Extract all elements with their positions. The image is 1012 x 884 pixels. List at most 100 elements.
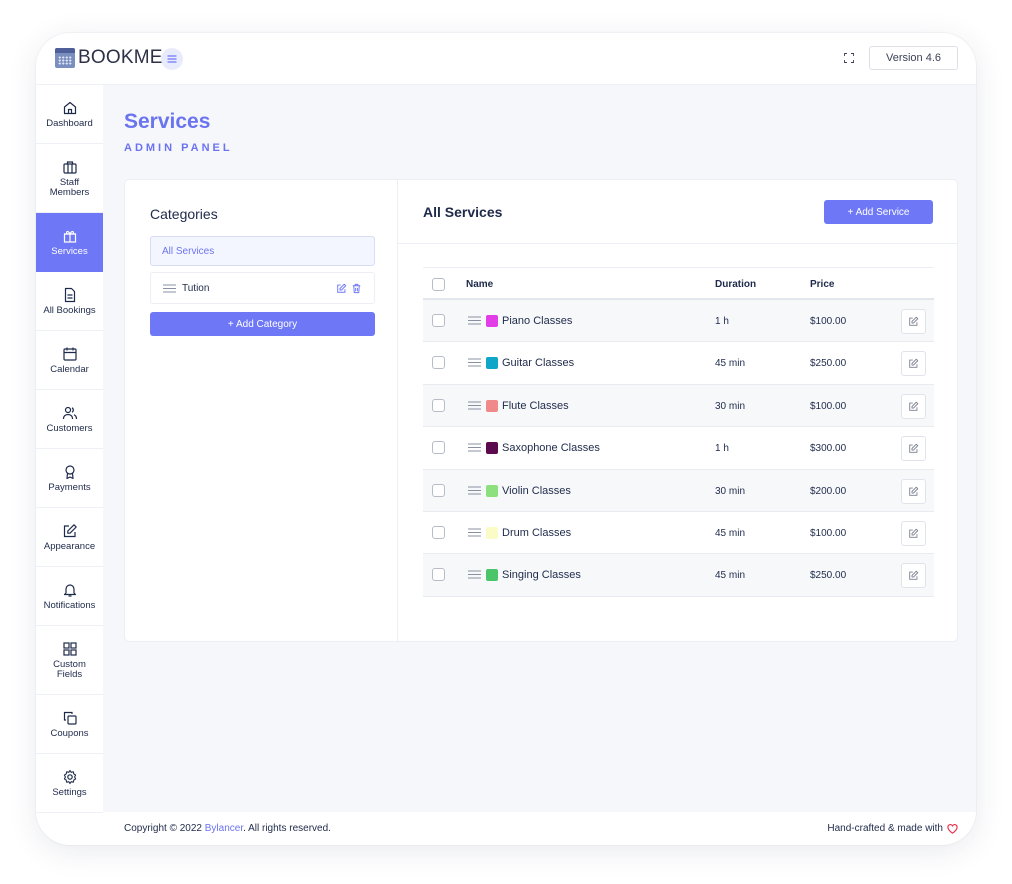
service-duration: 45 min [715,358,746,370]
sidebar-item-all-bookings[interactable]: All Bookings [36,272,103,331]
services-panel: All Services + Add Service Name Duration… [398,180,957,641]
trash-icon[interactable] [351,283,362,294]
row-checkbox[interactable] [432,483,445,497]
row-checkbox[interactable] [432,314,445,327]
table-row[interactable]: Violin Classes 30 min $200.00 [423,469,934,512]
service-duration: 45 min [715,570,746,582]
edit-icon [909,359,919,369]
table-row[interactable]: Singing Classes 45 min $250.00 [423,554,934,597]
table-header: Name Duration Price [423,267,934,300]
edit-service-button[interactable] [901,520,926,546]
drag-handle-icon[interactable] [468,528,481,537]
add-category-button[interactable]: + Add Category [150,312,375,336]
sidebar-item-label: Customers [46,422,93,434]
sidebar-item-label: Appearance [43,540,96,552]
row-checkbox[interactable] [432,356,445,370]
edit-service-button[interactable] [901,478,926,504]
edit-service-button[interactable] [901,309,926,334]
drag-handle-icon[interactable] [468,570,481,579]
edit-icon [909,528,919,538]
sidebar-item-label: Custom Fields [53,658,86,680]
drag-handle-icon[interactable] [468,316,481,325]
column-header-price: Price [810,279,835,290]
logo[interactable]: BOOKME [55,47,163,69]
edit-icon [63,523,77,537]
sidebar-item-label: Notifications [43,599,96,611]
drag-handle-icon[interactable] [468,358,481,367]
users-icon [62,406,77,419]
credit-text: Hand-crafted & made with [827,823,958,834]
select-all-checkbox[interactable] [432,278,445,291]
row-checkbox[interactable] [432,525,445,539]
calendar-icon [62,347,77,361]
service-color-swatch [486,484,498,497]
service-color-swatch [486,357,498,370]
service-color-swatch [486,315,498,327]
edit-service-button[interactable] [901,393,926,419]
service-name: Guitar Classes [502,357,575,370]
column-header-name: Name [466,279,494,290]
edit-icon [909,486,919,496]
category-label: Tution [182,282,210,294]
add-service-button[interactable]: + Add Service [824,200,933,224]
edit-icon [909,571,919,581]
drag-handle-icon[interactable] [468,486,481,495]
sidebar-item-settings[interactable]: Settings [36,754,103,813]
edit-service-button[interactable] [901,351,926,377]
service-price: $250.00 [810,570,847,582]
briefcase-icon [62,160,77,174]
service-name: Saxophone Classes [502,442,600,455]
sidebar-item-notifications[interactable]: Notifications [36,567,103,626]
hamburger-icon [167,55,177,63]
edit-icon [909,316,919,326]
fullscreen-icon[interactable] [844,53,854,63]
sidebar-item-custom-fields[interactable]: Custom Fields [36,626,103,695]
sidebar-item-staff-members[interactable]: Staff Members [36,144,103,213]
services-header: All Services + Add Service [398,180,957,244]
table-row[interactable]: Drum Classes 45 min $100.00 [423,512,934,555]
sidebar-item-customers[interactable]: Customers [36,390,103,449]
service-price: $100.00 [810,400,847,412]
menu-toggle-button[interactable] [161,48,183,70]
categories-title: Categories [150,206,218,222]
page-subtitle: ADMIN PANEL [124,142,233,154]
document-icon [64,287,75,302]
edit-icon[interactable] [336,283,347,294]
sidebar-item-coupons[interactable]: Coupons [36,695,103,754]
drag-handle-icon[interactable] [468,401,481,410]
service-duration: 1 h [715,316,729,327]
service-duration: 30 min [715,485,746,497]
category-item-tution[interactable]: Tution [150,272,375,304]
sidebar-item-services[interactable]: Services [36,213,103,272]
table-row[interactable]: Saxophone Classes 1 h $300.00 [423,427,934,470]
edit-service-button[interactable] [901,563,926,589]
row-checkbox[interactable] [432,568,445,582]
drag-handle-icon[interactable] [468,443,481,452]
row-checkbox[interactable] [432,398,445,412]
edit-service-button[interactable] [901,436,926,462]
drag-handle-icon[interactable] [163,284,176,293]
sidebar-item-calendar[interactable]: Calendar [36,331,103,390]
table-row[interactable]: Flute Classes 30 min $100.00 [423,384,934,428]
version-button[interactable]: Version 4.6 [869,46,958,70]
service-name: Singing Classes [502,569,581,582]
table-row[interactable]: Piano Classes 1 h $100.00 [423,300,934,343]
gear-icon [63,769,76,784]
service-name: Drum Classes [502,526,572,539]
category-all-services[interactable]: All Services [150,236,375,266]
sidebar-item-label: All Bookings [43,304,96,316]
sidebar-item-appearance[interactable]: Appearance [36,508,103,567]
sidebar-item-dashboard[interactable]: Dashboard [36,85,103,144]
footer: Copyright © 2022 Bylancer. All rights re… [103,812,976,845]
service-color-swatch [486,526,498,539]
row-checkbox[interactable] [432,441,445,455]
table-body: Piano Classes 1 h $100.00 Guitar Classes 45 … [423,300,934,597]
sidebar-item-payments[interactable]: Payments [36,449,103,508]
service-duration: 30 min [715,400,746,412]
services-title: All Services [423,204,503,220]
copyright-text: Copyright © 2022 Bylancer. All rights re… [124,823,331,834]
sidebar-item-label: Calendar [50,363,89,375]
service-color-swatch [486,399,498,412]
brand-link[interactable]: Bylancer [205,823,243,834]
table-row[interactable]: Guitar Classes 45 min $250.00 [423,342,934,385]
